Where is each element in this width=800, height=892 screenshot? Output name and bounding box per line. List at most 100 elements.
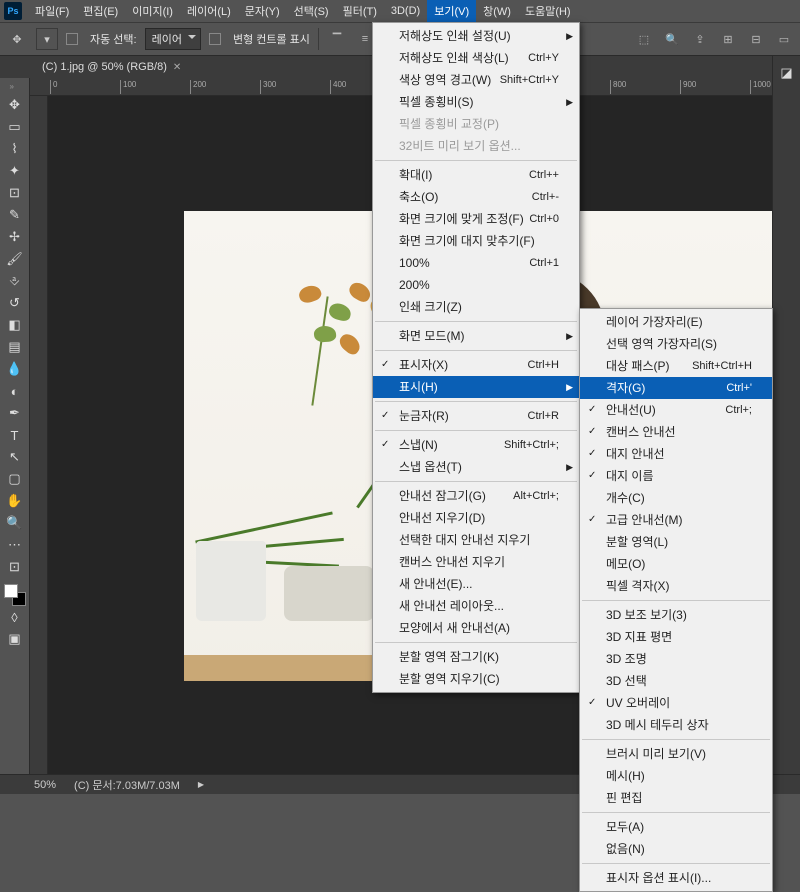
- show-submenu-item[interactable]: 선택 영역 가장자리(S): [580, 333, 772, 355]
- view-menu-item[interactable]: 분할 영역 지우기(C): [373, 668, 579, 690]
- view-menu-item[interactable]: ✓표시자(X)Ctrl+H: [373, 354, 579, 376]
- view-menu-item[interactable]: 화면 크기에 맞게 조정(F)Ctrl+0: [373, 208, 579, 230]
- share-icon[interactable]: ⇪: [690, 30, 710, 48]
- view-menu-item[interactable]: 화면 모드(M)▶: [373, 325, 579, 347]
- show-submenu-item[interactable]: 표시자 옵션 표시(I)...: [580, 867, 772, 889]
- view-menu-item[interactable]: 색상 영역 경고(W)Shift+Ctrl+Y: [373, 69, 579, 91]
- blur-tool[interactable]: 💧: [3, 358, 27, 380]
- show-submenu-item[interactable]: 3D 조명: [580, 648, 772, 670]
- menu-help[interactable]: 도움말(H): [518, 0, 578, 22]
- document-tab[interactable]: (C) 1.jpg @ 50% (RGB/8) ✕: [34, 58, 189, 76]
- show-submenu-item[interactable]: 3D 메시 테두리 상자: [580, 714, 772, 736]
- view-menu-item[interactable]: 안내선 잠그기(G)Alt+Ctrl+;: [373, 485, 579, 507]
- menu-type[interactable]: 문자(Y): [238, 0, 287, 22]
- view-menu-item[interactable]: 새 안내선 레이아웃...: [373, 595, 579, 617]
- view-menu-item[interactable]: 캔버스 안내선 지우기: [373, 551, 579, 573]
- show-submenu-item[interactable]: 없음(N): [580, 838, 772, 860]
- show-submenu-item[interactable]: 픽셀 격자(X): [580, 575, 772, 597]
- marquee-tool[interactable]: ▭: [3, 116, 27, 138]
- view-menu-item[interactable]: 새 안내선(E)...: [373, 573, 579, 595]
- show-submenu-item[interactable]: 분할 영역(L): [580, 531, 772, 553]
- show-submenu-item[interactable]: ✓대지 안내선: [580, 443, 772, 465]
- lasso-tool[interactable]: ⌇: [3, 138, 27, 160]
- brush-tool[interactable]: 🖌: [3, 248, 27, 270]
- view-menu-item[interactable]: 저해상도 인쇄 색상(L)Ctrl+Y: [373, 47, 579, 69]
- show-submenu-item[interactable]: 3D 지표 평면: [580, 626, 772, 648]
- clone-tool[interactable]: ⎀: [3, 270, 27, 292]
- view-menu-item[interactable]: ✓스냅(N)Shift+Ctrl+;: [373, 434, 579, 456]
- view-menu-item[interactable]: 픽셀 종횡비(S)▶: [373, 91, 579, 113]
- show-submenu-item[interactable]: ✓캔버스 안내선: [580, 421, 772, 443]
- show-submenu-item[interactable]: 3D 선택: [580, 670, 772, 692]
- view-menu-item[interactable]: 저해상도 인쇄 설정(U)▶: [373, 25, 579, 47]
- opt-icon-b[interactable]: ⊞: [718, 30, 738, 48]
- view-menu-item[interactable]: ✓눈금자(R)Ctrl+R: [373, 405, 579, 427]
- menu-file[interactable]: 파일(F): [28, 0, 76, 22]
- view-menu-item[interactable]: 100%Ctrl+1: [373, 252, 579, 274]
- quick-mask-icon[interactable]: ◊: [3, 606, 27, 628]
- view-menu-item[interactable]: 안내선 지우기(D): [373, 507, 579, 529]
- eraser-tool[interactable]: ◧: [3, 314, 27, 336]
- view-menu-item[interactable]: 200%: [373, 274, 579, 296]
- auto-select-checkbox[interactable]: [66, 33, 78, 45]
- menu-edit[interactable]: 편집(E): [76, 0, 125, 22]
- view-menu-item[interactable]: 선택한 대지 안내선 지우기: [373, 529, 579, 551]
- edit-toolbar[interactable]: ⊡: [3, 556, 27, 578]
- gradient-tool[interactable]: ▤: [3, 336, 27, 358]
- view-menu-item[interactable]: 모양에서 새 안내선(A): [373, 617, 579, 639]
- view-menu-item[interactable]: 축소(O)Ctrl+-: [373, 186, 579, 208]
- show-submenu-item[interactable]: ✓대지 이름: [580, 465, 772, 487]
- opt-icon-c[interactable]: ⊟: [746, 30, 766, 48]
- show-submenu-item[interactable]: 레이어 가장자리(E): [580, 311, 772, 333]
- show-submenu-item[interactable]: 3D 보조 보기(3): [580, 604, 772, 626]
- auto-select-target-dropdown[interactable]: 레이어: [145, 28, 201, 50]
- screen-mode-icon[interactable]: ▣: [3, 628, 27, 650]
- show-submenu-item[interactable]: ✓UV 오버레이: [580, 692, 772, 714]
- align-top-icon[interactable]: ▔: [327, 30, 347, 48]
- show-submenu-item[interactable]: 모두(A): [580, 816, 772, 838]
- view-menu-item[interactable]: 화면 크기에 대지 맞추기(F): [373, 230, 579, 252]
- show-submenu-item[interactable]: 메시(H): [580, 765, 772, 787]
- show-submenu-item[interactable]: ✓안내선(U)Ctrl+;: [580, 399, 772, 421]
- show-submenu-item[interactable]: 개수(C): [580, 487, 772, 509]
- view-menu-item[interactable]: 표시(H)▶: [373, 376, 579, 398]
- menu-filter[interactable]: 필터(T): [336, 0, 384, 22]
- dodge-tool[interactable]: ◐: [3, 380, 27, 402]
- crop-tool[interactable]: ⊡: [3, 182, 27, 204]
- opt-icon-a[interactable]: ⬚: [634, 30, 654, 48]
- show-submenu-item[interactable]: 메모(O): [580, 553, 772, 575]
- foreground-color-swatch[interactable]: [4, 584, 18, 598]
- spot-heal-tool[interactable]: ✢: [3, 226, 27, 248]
- close-icon[interactable]: ✕: [173, 62, 181, 73]
- tool-preset-dropdown[interactable]: ▾: [36, 28, 58, 50]
- opt-icon-d[interactable]: ▭: [774, 30, 794, 48]
- zoom-level[interactable]: 50%: [34, 779, 56, 791]
- transform-controls-checkbox[interactable]: [209, 33, 221, 45]
- view-menu-item[interactable]: 스냅 옵션(T)▶: [373, 456, 579, 478]
- doc-info[interactable]: (C) 문서:7.03M/7.03M: [74, 777, 180, 793]
- hand-tool[interactable]: ✋: [3, 490, 27, 512]
- view-menu-item[interactable]: 확대(I)Ctrl++: [373, 164, 579, 186]
- doc-info-arrow-icon[interactable]: ▶: [198, 780, 204, 789]
- eyedropper-tool[interactable]: ✎: [3, 204, 27, 226]
- view-menu-item[interactable]: 인쇄 크기(Z): [373, 296, 579, 318]
- show-submenu-item[interactable]: 브러시 미리 보기(V): [580, 743, 772, 765]
- path-tool[interactable]: ↖: [3, 446, 27, 468]
- type-tool[interactable]: T: [3, 424, 27, 446]
- menu-select[interactable]: 선택(S): [287, 0, 336, 22]
- toolbox-expand-icon[interactable]: »: [10, 82, 20, 92]
- menu-window[interactable]: 창(W): [476, 0, 518, 22]
- panel-icon[interactable]: ◪: [775, 62, 799, 84]
- show-submenu-item[interactable]: 격자(G)Ctrl+': [580, 377, 772, 399]
- pen-tool[interactable]: ✒: [3, 402, 27, 424]
- menu-image[interactable]: 이미지(I): [125, 0, 180, 22]
- shape-tool[interactable]: ▢: [3, 468, 27, 490]
- search-icon[interactable]: 🔍: [662, 30, 682, 48]
- color-swatch[interactable]: [4, 584, 26, 606]
- view-menu-item[interactable]: 분할 영역 잠그기(K): [373, 646, 579, 668]
- view-menu-item[interactable]: 픽셀 종횡비 교정(P): [373, 113, 579, 135]
- zoom-tool[interactable]: 🔍: [3, 512, 27, 534]
- more-icon[interactable]: ⋯: [3, 534, 27, 556]
- view-menu-item[interactable]: 32비트 미리 보기 옵션...: [373, 135, 579, 157]
- show-submenu-item[interactable]: 대상 패스(P)Shift+Ctrl+H: [580, 355, 772, 377]
